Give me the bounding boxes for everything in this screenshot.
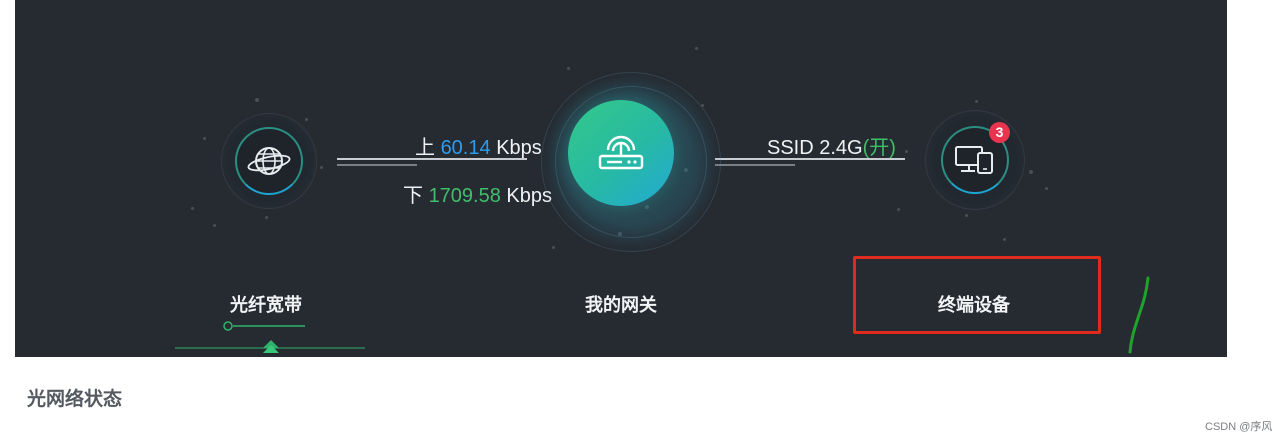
decor-dot bbox=[897, 208, 900, 211]
decor-dot bbox=[975, 100, 978, 103]
decor-dot bbox=[213, 224, 216, 227]
decor-dot bbox=[320, 166, 323, 169]
tab-broadband[interactable]: 光纤宽带 bbox=[186, 291, 346, 317]
gateway-node[interactable] bbox=[568, 100, 674, 206]
uplink-line-shadow bbox=[337, 164, 417, 166]
tab-gateway[interactable]: 我的网关 bbox=[541, 291, 701, 317]
ssid-label: SSID 2.4G bbox=[767, 137, 863, 159]
upload-prefix: 上 bbox=[415, 137, 435, 159]
download-speed: 下 1709.58 Kbps bbox=[403, 179, 552, 208]
network-topology-panel: 上 60.14 Kbps 下 1709.58 Kbps SSID 2.4G(开) bbox=[15, 0, 1227, 357]
ssid-status: SSID 2.4G(开) bbox=[767, 131, 896, 160]
section-title: 光网络状态 bbox=[27, 389, 123, 410]
decor-dot bbox=[1029, 170, 1033, 174]
decor-dot bbox=[695, 47, 698, 50]
terminal-node[interactable] bbox=[925, 110, 1025, 210]
decor-dot bbox=[905, 150, 908, 153]
download-prefix: 下 bbox=[403, 185, 423, 207]
globe-icon bbox=[247, 147, 291, 175]
decor-dot bbox=[1003, 238, 1006, 241]
broadband-node[interactable] bbox=[221, 113, 317, 209]
annotation-highlight-box bbox=[853, 256, 1101, 334]
upload-speed: 上 60.14 Kbps bbox=[415, 131, 542, 160]
router-icon bbox=[598, 135, 644, 170]
decor-dot bbox=[552, 246, 555, 249]
active-tab-indicator bbox=[175, 321, 365, 353]
wifi-link-line-shadow bbox=[715, 164, 795, 166]
decor-dot bbox=[255, 98, 259, 102]
decor-dot bbox=[965, 214, 968, 217]
download-value: 1709.58 bbox=[428, 185, 501, 207]
decor-dot bbox=[567, 67, 570, 70]
decor-dot bbox=[1045, 187, 1048, 190]
upload-unit: Kbps bbox=[496, 137, 542, 159]
decor-dot bbox=[305, 118, 308, 121]
ssid-state[interactable]: (开) bbox=[863, 137, 896, 159]
watermark: CSDN @序风 bbox=[1205, 421, 1273, 433]
annotation-pen-stroke bbox=[1128, 276, 1150, 354]
terminal-count-badge: 3 bbox=[989, 122, 1010, 143]
decor-dot bbox=[191, 207, 194, 210]
decor-dot bbox=[265, 216, 268, 219]
upload-value: 60.14 bbox=[440, 137, 491, 159]
decor-dot bbox=[203, 137, 206, 140]
